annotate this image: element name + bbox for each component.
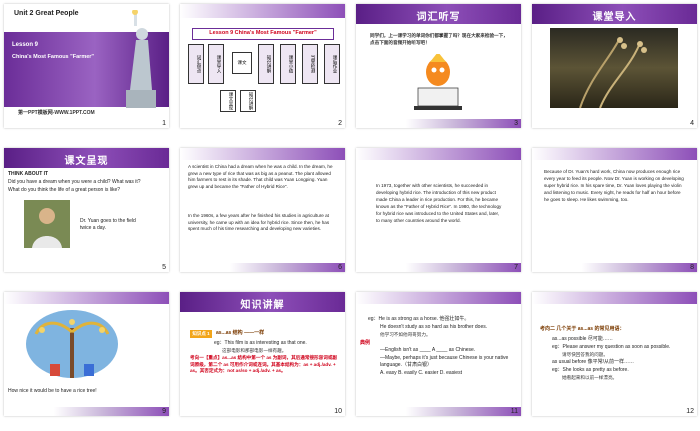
- slide-number: 7: [514, 264, 518, 271]
- slide-thumbnail-4[interactable]: 课堂导入 4: [532, 4, 697, 128]
- example-1: eg：He is as strong as a horse. 他强壮如牛。: [368, 316, 470, 322]
- question-2: What do you think the life of a great pe…: [8, 187, 121, 193]
- slide-thumbnail-10[interactable]: 知识讲解 知识点 1 as...as 结构 ——一样 eg：This film …: [180, 292, 345, 416]
- slide-thumbnail-3[interactable]: 词汇听写 同学们，上一课学习的单词你们都掌握了吗？现在大家来检验一下，点击下面的…: [356, 4, 521, 128]
- cartoon-mascot-image: [414, 54, 462, 110]
- passage-paragraph-1: A scientist in China had a dream when he…: [188, 164, 333, 189]
- slide-number: 3: [514, 120, 518, 127]
- exercise-line-1: —English isn't as ____ A ____ as Chinese…: [380, 347, 476, 353]
- title-bar: 课文呈现: [4, 148, 169, 168]
- phrase-1-translation: 请尽快回答我的问题。: [562, 352, 608, 357]
- typical-example-label: 典例: [360, 340, 371, 346]
- exam-point-2: 考向二 几个关于 as...as 的常见用语：: [540, 326, 625, 332]
- header-strip: [532, 292, 697, 304]
- slide-footer: [532, 263, 697, 272]
- slide-footer: [356, 119, 521, 128]
- slide-number: 4: [690, 120, 694, 127]
- knowledge-point-tag: 知识点 1: [190, 330, 212, 338]
- example-2: He doesn't study as so hard as his broth…: [380, 324, 488, 330]
- footer-website: 第一PPT模板网-WWW.1PPT.COM: [18, 110, 95, 116]
- slide-thumbnail-5[interactable]: 课文呈现 THINK ABOUT IT Did you have a dream…: [4, 148, 169, 272]
- rice-plant-image: [579, 37, 647, 109]
- lesson-label: Lesson 9: [12, 42, 39, 48]
- toc-title: Lesson 9 China's Most Famous "Farmer": [209, 30, 317, 36]
- slide-number: 12: [686, 408, 694, 415]
- slide-thumbnail-2[interactable]: Lesson 9 China's Most Famous "Farmer" 词汇…: [180, 4, 345, 128]
- slide-number: 2: [338, 120, 342, 127]
- slide-number: 10: [334, 408, 342, 415]
- slide-footer: [180, 263, 345, 272]
- toc-sub-knowledge[interactable]: 知识讲解: [240, 90, 256, 112]
- title-bar: 知识讲解: [180, 292, 345, 312]
- toc-title-box: Lesson 9 China's Most Famous "Farmer": [192, 28, 334, 40]
- rice-video-frame[interactable]: [550, 28, 678, 109]
- phrase-1: as...as possible 尽可能……: [552, 336, 613, 342]
- slide-heading: 课堂导入: [592, 12, 637, 23]
- header-strip: [356, 148, 521, 160]
- instruction-text: 同学们，上一课学习的单词你们都掌握了吗？现在大家来检验一下，点击下面的音频开始听…: [370, 33, 508, 45]
- slide-number: 8: [690, 264, 694, 271]
- toc-item-summary[interactable]: 课堂小结: [280, 44, 296, 84]
- toc-sub-text[interactable]: 课文呈现: [220, 90, 236, 112]
- image-caption: How nice it would be to have a rice tree…: [8, 388, 97, 394]
- toc-item-knowledge[interactable]: 知识讲解: [258, 44, 274, 84]
- knowledge-point: as...as 结构 ——一样: [216, 330, 265, 336]
- phrase-2-translation: 她看起来和以前一样漂亮。: [562, 375, 618, 380]
- slide-thumbnail-1[interactable]: Unit 2 Great People Lesson 9 China's Mos…: [4, 4, 169, 128]
- slide-thumbnail-6[interactable]: A scientist in China had a dream when he…: [180, 148, 345, 272]
- think-about-it-label: THINK ABOUT IT: [8, 171, 49, 177]
- exercise-options: A. easy B. easily C. easier D. easiest: [380, 370, 462, 376]
- photo-caption: Dr. Yuan goes to the field twice a day.: [80, 218, 136, 231]
- toc-boxes: 词汇盘点 课堂导入 课文 知识讲解 课堂小结 当堂检测 课后作业: [186, 44, 342, 84]
- rice-tree-cartoon-image: [26, 310, 118, 378]
- header-strip: [180, 148, 345, 160]
- toc-item-homework[interactable]: 课后作业: [324, 44, 340, 84]
- slide-thumbnail-9[interactable]: How nice it would be to have a rice tree…: [4, 292, 169, 416]
- question-1: Did you have a dream when you were a chi…: [8, 179, 141, 185]
- slide-number: 6: [338, 264, 342, 271]
- slide-grid: Unit 2 Great People Lesson 9 China's Mos…: [0, 0, 700, 431]
- slide-heading: 词汇听写: [416, 12, 461, 23]
- toc-item-vocab[interactable]: 词汇盘点: [188, 44, 204, 84]
- slide-number: 5: [162, 264, 166, 271]
- passage-paragraph: In 1973, together with other scientists,…: [376, 183, 502, 223]
- slide-heading: 知识讲解: [240, 300, 285, 311]
- slide-thumbnail-7[interactable]: In 1973, together with other scientists,…: [356, 148, 521, 272]
- toc-item-text[interactable]: 课文: [232, 52, 252, 74]
- unit-title: Unit 2 Great People: [14, 10, 79, 17]
- slide-footer: [356, 407, 521, 416]
- toc-item-test[interactable]: 当堂检测: [302, 44, 318, 84]
- header-strip: [4, 292, 169, 304]
- exam-point-note: 考向一【重点】as...as 结构中第一个 as 为副词，其后通常接形容词或副词…: [190, 355, 338, 374]
- phrase-1-example: eg：Please answer my question as soon as …: [552, 344, 671, 350]
- slide-thumbnail-12[interactable]: 考向二 几个关于 as...as 的常见用语： as...as possible…: [532, 292, 697, 416]
- slide-thumbnail-11[interactable]: eg：He is as strong as a horse. 他强壮如牛。 He…: [356, 292, 521, 416]
- yuan-longping-photo: [24, 200, 70, 248]
- slide-footer: [356, 263, 521, 272]
- example-2-translation: 他学习不如他哥哥努力。: [380, 332, 431, 337]
- slide-number: 11: [510, 408, 518, 415]
- phrase-2-example: eg：She looks as pretty as before.: [552, 367, 629, 373]
- lesson-subtitle: China's Most Famous "Farmer": [12, 54, 95, 60]
- passage-paragraph-2: In the 1960s, a few years after he finis…: [188, 213, 330, 232]
- slide-number: 9: [162, 408, 166, 415]
- header-strip: [180, 4, 345, 18]
- header-strip: [532, 148, 697, 160]
- passage-paragraph: Because of Dr. Yuan's hard work, China n…: [544, 169, 684, 202]
- example-translation: 这部电影和那部电影一样有趣。: [222, 348, 287, 353]
- slide-footer: [4, 407, 169, 416]
- title-bar: 课堂导入: [532, 4, 697, 24]
- toc-item-intro[interactable]: 课堂导入: [208, 44, 224, 84]
- header-strip: [356, 292, 521, 304]
- slide-number: 1: [162, 120, 166, 127]
- phrase-2: as usual before 像平常/从前一样……: [552, 359, 634, 365]
- title-bar: 词汇听写: [356, 4, 521, 24]
- exercise-line-2: —Maybe, perhaps it's just because Chines…: [380, 355, 509, 368]
- statue-of-liberty-image: [126, 10, 156, 108]
- slide-thumbnail-8[interactable]: Because of Dr. Yuan's hard work, China n…: [532, 148, 697, 272]
- example-sentence: eg：This film is as interesting as that o…: [214, 340, 307, 346]
- slide-heading: 课文呈现: [64, 156, 109, 167]
